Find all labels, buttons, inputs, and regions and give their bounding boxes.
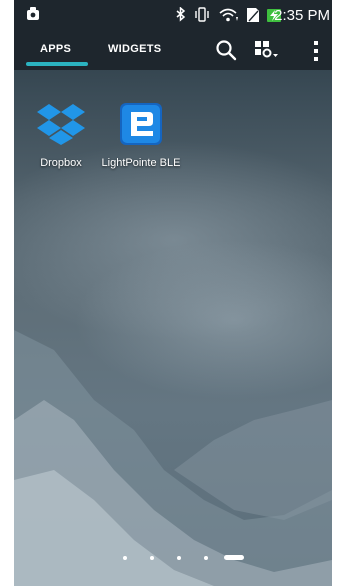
page-dot[interactable] (150, 556, 154, 560)
app-lightpointe-ble[interactable]: LightPointe BLE (98, 102, 184, 169)
overflow-menu-icon[interactable] (313, 40, 319, 62)
page-dot[interactable] (204, 556, 208, 560)
page-dot-active[interactable] (224, 555, 244, 560)
sim-icon (247, 8, 259, 22)
search-icon[interactable] (215, 39, 237, 61)
active-tab-indicator (26, 62, 88, 66)
status-bar: 2:35 PM (14, 0, 332, 34)
tab-apps[interactable]: APPS (40, 43, 71, 55)
lightpointe-icon (120, 103, 162, 145)
home-screen: 2:35 PM APPS WIDGETS Dropbox LightPointe… (14, 0, 332, 586)
app-dropbox[interactable]: Dropbox (18, 102, 104, 169)
app-label: Dropbox (40, 157, 82, 169)
status-time: 2:35 PM (274, 7, 330, 24)
page-dot[interactable] (177, 556, 181, 560)
page-indicator (14, 552, 332, 564)
dropbox-icon (37, 104, 85, 145)
wifi-icon (219, 8, 238, 22)
tab-widgets[interactable]: WIDGETS (108, 43, 161, 55)
wallpaper-mountains (14, 330, 332, 586)
notification-icon (27, 7, 39, 20)
app-label: LightPointe BLE (101, 157, 181, 169)
bluetooth-icon (176, 7, 186, 22)
grid-settings-icon[interactable] (254, 40, 280, 60)
page-dot[interactable] (123, 556, 127, 560)
vibrate-icon (195, 7, 209, 22)
